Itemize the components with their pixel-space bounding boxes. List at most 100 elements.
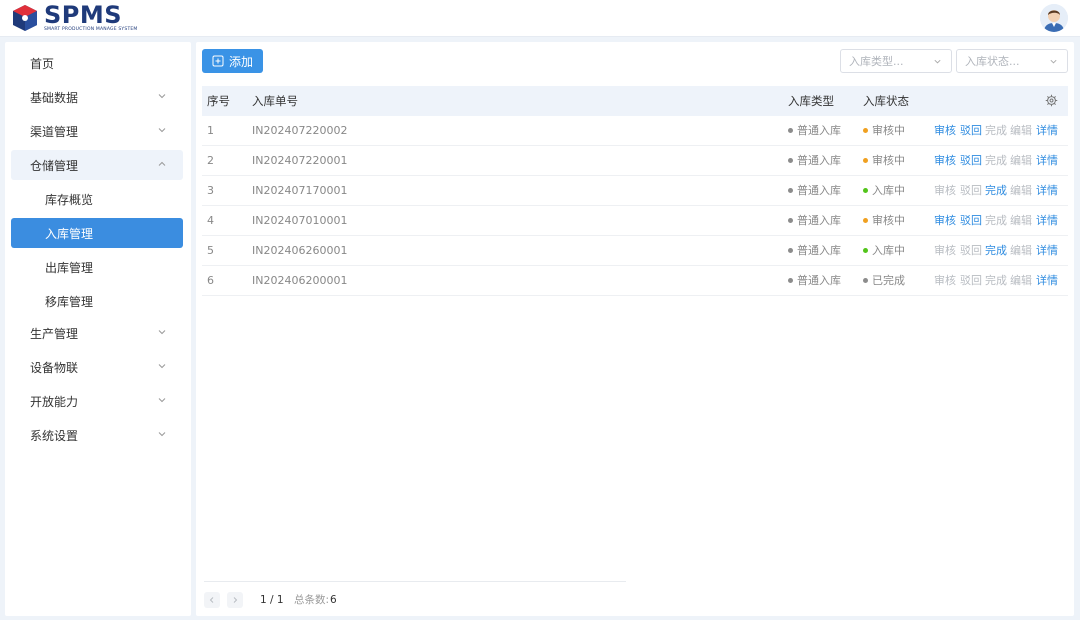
sidebar-item-open-api[interactable]: 开放能力 [11,386,183,416]
sidebar-item-outbound[interactable]: 出库管理 [11,252,183,282]
user-avatar[interactable] [1040,4,1068,32]
add-button[interactable]: 添加 [202,49,263,73]
sidebar-item-settings[interactable]: 系统设置 [11,420,183,450]
filter-inbound-type-placeholder: 入库类型... [849,55,904,68]
status-dot-icon [863,157,868,163]
audit-link[interactable]: 审核 [934,146,956,176]
table-row: 2 IN202407220001 普通入库 审核中 审核 驳回 完成 编辑 详情 [202,146,1068,176]
sidebar-item-label: 基础数据 [30,90,79,105]
filter-inbound-type-select[interactable]: 入库类型... [840,49,952,73]
audit-link[interactable]: 审核 [934,116,956,146]
detail-link[interactable]: 详情 [1036,116,1058,146]
row-order-no: IN202406260001 [252,244,348,257]
complete-link[interactable]: 完成 [985,236,1007,266]
chevron-down-icon [934,59,941,64]
row-order-no: IN202407220001 [252,154,348,167]
row-status-label: 入库中 [872,184,905,197]
gear-icon[interactable] [1045,94,1058,107]
row-index: 4 [207,214,214,227]
chevron-down-icon [158,94,166,99]
chevron-up-icon [158,161,166,166]
audit-link[interactable]: 审核 [934,206,956,236]
complete-link[interactable]: 完成 [985,176,1007,206]
table-row: 6 IN202406200001 普通入库 已完成 审核 驳回 完成 编辑 详情 [202,266,1068,296]
status-dot-icon [863,277,868,283]
row-status-label: 入库中 [872,244,905,257]
detail-link[interactable]: 详情 [1036,176,1058,206]
reject-link[interactable]: 驳回 [960,116,982,146]
detail-link[interactable]: 详情 [1036,266,1058,296]
row-type-label: 普通入库 [797,244,841,257]
logo-mark-icon [13,5,37,31]
sidebar: 首页 基础数据 渠道管理 仓储管理 库存概览 入库管理 出库管理 移库管理 生产… [5,42,191,616]
chevron-right-icon [233,597,238,603]
complete-link: 完成 [985,214,1007,227]
app-logo[interactable]: SPMS SMART PRODUCTION MANAGE SYSTEM [10,2,138,34]
chevron-down-icon [158,128,166,133]
chevron-down-icon [158,398,166,403]
row-status: 已完成 [863,266,905,296]
reject-link: 驳回 [960,184,982,197]
sidebar-item-label: 出库管理 [45,260,94,275]
row-index: 1 [207,124,214,137]
sidebar-item-warehouse[interactable]: 仓储管理 [11,150,183,180]
row-type-label: 普通入库 [797,214,841,227]
column-header-order-no: 入库单号 [252,94,298,108]
edit-link: 编辑 [1010,124,1032,137]
row-status-label: 审核中 [872,124,905,137]
sidebar-item-inbound[interactable]: 入库管理 [11,218,183,248]
reject-link[interactable]: 驳回 [960,146,982,176]
sidebar-item-label: 开放能力 [30,394,79,409]
filter-inbound-status-placeholder: 入库状态... [965,55,1020,68]
filter-inbound-status-select[interactable]: 入库状态... [956,49,1068,73]
edit-link: 编辑 [1010,274,1032,287]
edit-link: 编辑 [1010,184,1032,197]
row-index: 2 [207,154,214,167]
audit-link: 审核 [934,244,956,257]
top-header: SPMS SMART PRODUCTION MANAGE SYSTEM [0,0,1080,37]
sidebar-item-production[interactable]: 生产管理 [11,318,183,348]
total-count-value: 6 [330,594,337,606]
detail-link[interactable]: 详情 [1036,236,1058,266]
reject-link: 驳回 [960,244,982,257]
detail-link[interactable]: 详情 [1036,206,1058,236]
sidebar-item-label: 入库管理 [45,226,94,241]
row-status: 审核中 [863,206,905,236]
row-status: 入库中 [863,176,905,206]
column-header-index: 序号 [207,94,230,108]
chevron-down-icon [158,364,166,369]
row-type: 普通入库 [788,146,841,176]
edit-link: 编辑 [1010,244,1032,257]
main-panel: 添加 入库类型... 入库状态... 序号 入库单号 入库类型 入库状态 1 I… [196,42,1074,616]
sidebar-item-basic-data[interactable]: 基础数据 [11,82,183,112]
reject-link: 驳回 [960,274,982,287]
row-type-label: 普通入库 [797,124,841,137]
complete-link: 完成 [985,274,1007,287]
edit-link: 编辑 [1010,214,1032,227]
row-order-no: IN202407010001 [252,214,348,227]
type-dot-icon [788,187,793,193]
logo-title: SPMS [44,1,123,30]
prev-page-button[interactable] [204,592,220,608]
sidebar-item-inventory-overview[interactable]: 库存概览 [11,184,183,214]
audit-link: 审核 [934,184,956,197]
row-index: 5 [207,244,214,257]
next-page-button[interactable] [227,592,243,608]
detail-link[interactable]: 详情 [1036,146,1058,176]
add-button-label: 添加 [228,54,253,69]
type-dot-icon [788,157,793,163]
row-type-label: 普通入库 [797,184,841,197]
pager-divider [204,581,626,582]
row-status: 入库中 [863,236,905,266]
sidebar-item-home[interactable]: 首页 [11,48,183,78]
row-index: 6 [207,274,214,287]
sidebar-item-iot[interactable]: 设备物联 [11,352,183,382]
sidebar-item-channel[interactable]: 渠道管理 [11,116,183,146]
chevron-left-icon [209,597,214,603]
type-dot-icon [788,127,793,133]
sidebar-item-label: 移库管理 [45,294,94,309]
sidebar-item-transfer[interactable]: 移库管理 [11,286,183,316]
type-dot-icon [788,247,793,253]
reject-link[interactable]: 驳回 [960,206,982,236]
row-type: 普通入库 [788,116,841,146]
